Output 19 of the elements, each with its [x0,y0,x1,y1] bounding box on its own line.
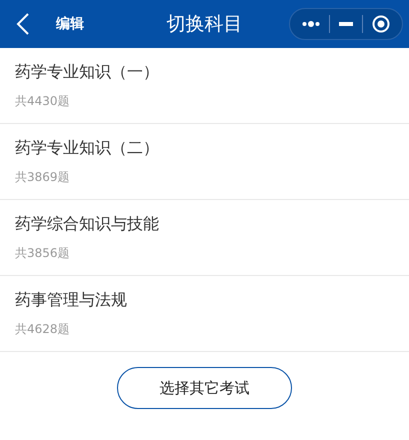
subject-name: 药学专业知识（一） [15,62,160,82]
more-icon[interactable] [302,20,320,28]
subject-item[interactable]: 药学专业知识（一） 共4430题 [0,48,409,124]
subject-item[interactable]: 药事管理与法规 共4628题 [0,276,409,352]
minimize-icon[interactable] [338,22,353,26]
question-count: 共3869题 [15,168,71,186]
question-count: 共4430题 [15,92,71,110]
subject-name: 药学综合知识与技能 [15,214,160,234]
subject-item[interactable]: 药学专业知识（二） 共3869题 [0,124,409,200]
close-icon[interactable] [372,15,390,33]
subject-item[interactable]: 药学综合知识与技能 共3856题 [0,200,409,276]
choose-other-exam-button[interactable]: 选择其它考试 [117,367,292,409]
subject-name: 药事管理与法规 [15,290,128,310]
back-icon[interactable] [16,12,30,36]
question-count: 共4628题 [15,320,71,338]
edit-link[interactable]: 编辑 [56,15,84,33]
question-count: 共3856题 [15,244,71,262]
page-title: 切换科目 [166,12,244,37]
subject-name: 药学专业知识（二） [15,138,160,158]
